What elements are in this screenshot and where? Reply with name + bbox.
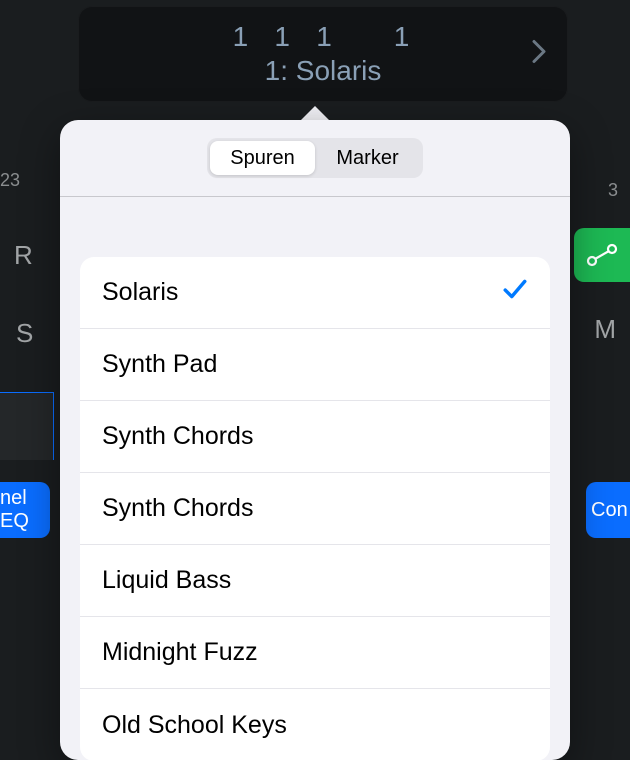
track-item-label: Synth Pad xyxy=(102,350,217,379)
track-item[interactable]: Synth Chords xyxy=(80,473,550,545)
solo-button[interactable]: S xyxy=(16,318,33,349)
track-item-label: Synth Chords xyxy=(102,422,253,451)
track-list: Solaris Synth Pad Synth Chords Synth Chords… xyxy=(80,257,550,760)
track-item-label: Liquid Bass xyxy=(102,566,231,595)
track-item-label: Midnight Fuzz xyxy=(102,638,258,667)
track-item[interactable]: Synth Pad xyxy=(80,329,550,401)
tab-spuren[interactable]: Spuren xyxy=(210,141,315,175)
track-item-label: Synth Chords xyxy=(102,494,253,523)
record-enable-button[interactable]: R xyxy=(14,240,33,271)
track-item[interactable]: Synth Chords xyxy=(80,401,550,473)
track-item[interactable]: Liquid Bass xyxy=(80,545,550,617)
track-item-label: Solaris xyxy=(102,278,178,307)
divider xyxy=(60,196,570,197)
lcd-display[interactable]: 1 1 1 1 1: Solaris xyxy=(78,6,568,102)
ruler-right: 3 xyxy=(608,180,618,201)
current-track-label: 1: Solaris xyxy=(265,55,382,87)
chevron-right-icon[interactable] xyxy=(532,40,546,69)
track-item[interactable]: Midnight Fuzz xyxy=(80,617,550,689)
automation-icon xyxy=(585,243,619,267)
tab-marker[interactable]: Marker xyxy=(315,141,420,175)
automation-button[interactable] xyxy=(574,228,630,282)
track-picker-popover: Spuren Marker Solaris Synth Pad Synth Chor… xyxy=(60,120,570,760)
track-item-label: Old School Keys xyxy=(102,711,287,740)
channel-eq-button[interactable]: nel EQ xyxy=(0,482,50,538)
channel-strip-edge xyxy=(0,392,54,460)
track-item[interactable]: Solaris xyxy=(80,257,550,329)
track-item[interactable]: Old School Keys xyxy=(80,689,550,760)
compressor-button[interactable]: Con xyxy=(586,482,630,538)
ruler-left: 23 xyxy=(0,170,20,191)
segmented-control: Spuren Marker xyxy=(207,138,423,178)
playhead-position: 1 1 1 1 xyxy=(227,21,418,53)
mute-button[interactable]: M xyxy=(594,314,616,345)
checkmark-icon xyxy=(502,276,528,309)
